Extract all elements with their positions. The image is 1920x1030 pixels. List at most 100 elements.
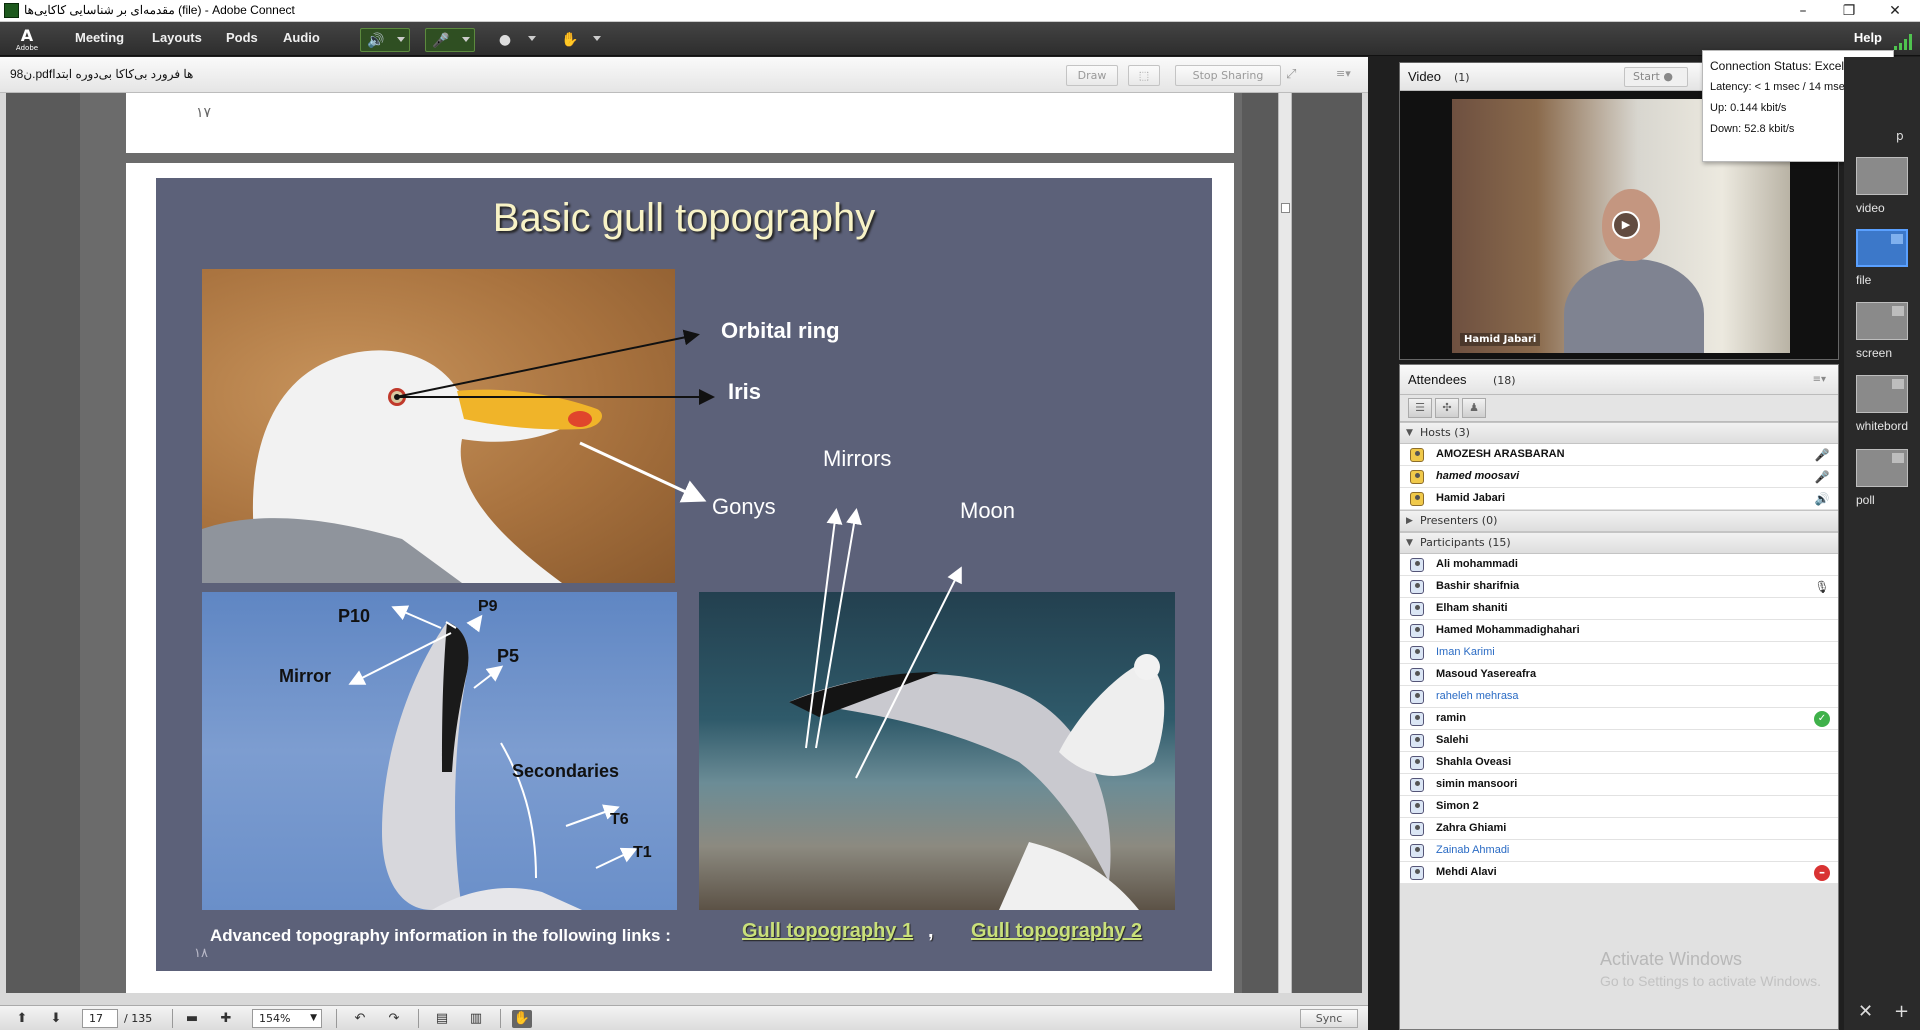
minimize-button[interactable]: –	[1780, 0, 1826, 22]
participant-icon	[1410, 800, 1424, 814]
prev-page-button[interactable]: ⬆	[12, 1010, 32, 1028]
attendee-name: Mehdi Alavi	[1436, 866, 1497, 878]
list-icon: ☰	[1415, 401, 1425, 414]
attendee-row[interactable]: Zainab Ahmadi	[1400, 840, 1838, 862]
attendee-row[interactable]: Ali mohammadi	[1400, 554, 1838, 576]
toolbar-separator	[500, 1009, 501, 1028]
attendee-row[interactable]: AMOZESH ARASBARAN 🎤	[1400, 444, 1838, 466]
attendee-row[interactable]: Hamid Jabari 🔊	[1400, 488, 1838, 510]
group-hosts[interactable]: ▼ Hosts (3)	[1400, 422, 1838, 444]
activate-windows-title: Activate Windows	[1600, 949, 1743, 969]
label-t1: T1	[633, 844, 652, 861]
attendee-row[interactable]: Simon 2	[1400, 796, 1838, 818]
attendee-row[interactable]: Salehi	[1400, 730, 1838, 752]
group-hosts-label: Hosts (3)	[1420, 426, 1470, 439]
zoom-in-button[interactable]: ✚	[216, 1010, 236, 1028]
link-gull-topography-1[interactable]: Gull topography 1	[742, 920, 913, 943]
menu-pods[interactable]: Pods	[226, 30, 258, 45]
pod-menu-icon[interactable]: ≡▾	[1336, 67, 1351, 80]
pointer-icon: ⬚	[1138, 69, 1150, 82]
scrollbar-thumb[interactable]	[1281, 203, 1290, 213]
close-window-button[interactable]: ✕	[1872, 0, 1918, 22]
speaker-button[interactable]: 🔊	[360, 28, 410, 52]
label-iris: Iris	[728, 379, 762, 404]
connection-signal-icon[interactable]	[1894, 34, 1914, 50]
sync-button[interactable]: Sync	[1300, 1009, 1358, 1028]
add-layout-icon[interactable]: +	[1894, 1001, 1909, 1022]
layout-screen[interactable]: screen	[1856, 302, 1908, 360]
pan-tool-button[interactable]: ✋	[512, 1010, 532, 1028]
layout-poll[interactable]: poll	[1856, 449, 1908, 507]
maximize-button[interactable]: ❐	[1826, 0, 1872, 22]
layout-poll-thumb	[1856, 449, 1908, 487]
rotate-right-button[interactable]: ↷	[384, 1010, 404, 1028]
plus-icon: ✚	[220, 1011, 232, 1026]
speaker-icon: 🔊	[1814, 492, 1830, 506]
attendee-row[interactable]: hamed moosavi 🎤	[1400, 466, 1838, 488]
menu-layouts[interactable]: Layouts	[152, 30, 202, 45]
adobe-logo-icon: A	[20, 26, 34, 45]
participant-icon	[1410, 822, 1424, 836]
next-page-button[interactable]: ⬇	[46, 1010, 66, 1028]
document-page-18: Basic gull topography Orbital ring Iris …	[126, 163, 1234, 993]
rotate-left-button[interactable]: ↶	[350, 1010, 370, 1028]
attendee-row[interactable]: Bashir sharifnia 🎙	[1400, 576, 1838, 598]
chevron-down-icon	[593, 36, 601, 41]
layouts-bar: p video file screen whitebord poll ✕ +	[1844, 57, 1920, 1030]
document-gutter-left	[6, 93, 80, 993]
camera-button[interactable]: ●	[490, 28, 540, 52]
attendee-row[interactable]: Iman Karimi	[1400, 642, 1838, 664]
group-participants[interactable]: ▼ Participants (15)	[1400, 532, 1838, 554]
attendee-row[interactable]: Mehdi Alavi –	[1400, 862, 1838, 884]
two-page-button[interactable]: ▥	[466, 1010, 486, 1028]
play-icon[interactable]: ▶	[1612, 211, 1640, 239]
attendee-row[interactable]: Elham shaniti	[1400, 598, 1838, 620]
link-gull-topography-2[interactable]: Gull topography 2	[971, 920, 1142, 943]
layout-file[interactable]: file	[1856, 229, 1908, 287]
attendees-count: (18)	[1493, 374, 1516, 387]
layout-video[interactable]: video	[1856, 157, 1908, 215]
label-moon: Moon	[960, 498, 1016, 523]
draw-button[interactable]: Draw	[1066, 65, 1118, 86]
stop-sharing-button[interactable]: Stop Sharing	[1175, 65, 1281, 86]
start-video-button[interactable]: Start ●	[1624, 67, 1688, 87]
menu-audio[interactable]: Audio	[283, 30, 320, 45]
pointer-button[interactable]: ⬚	[1128, 65, 1160, 86]
document-viewer[interactable]: ۱۷ Basic gull topography Orbital ring Ir…	[6, 93, 1362, 993]
participant-icon	[1410, 778, 1424, 792]
menu-meeting[interactable]: Meeting	[75, 30, 124, 45]
list-view-button[interactable]: ☰	[1408, 398, 1432, 418]
group-presenters[interactable]: ▶ Presenters (0)	[1400, 510, 1838, 532]
help-menu[interactable]: Help	[1854, 30, 1882, 45]
zoom-select[interactable]: 154% ▼	[252, 1009, 322, 1028]
layout-screen-thumb	[1856, 302, 1908, 340]
attendee-row[interactable]: simin mansoori	[1400, 774, 1838, 796]
breakout-button[interactable]: ✣	[1435, 398, 1459, 418]
layout-video-label: video	[1856, 201, 1885, 215]
attendee-row[interactable]: Hamed Mohammadighahari	[1400, 620, 1838, 642]
fullscreen-icon[interactable]: ⤢	[1286, 67, 1296, 82]
layout-screen-label: screen	[1856, 346, 1893, 360]
single-page-button[interactable]: ▤	[432, 1010, 452, 1028]
collapse-icon[interactable]: ✕	[1858, 1001, 1873, 1022]
attendee-row[interactable]: ramin ✓	[1400, 708, 1838, 730]
attendee-name: Hamed Mohammadighahari	[1436, 624, 1580, 636]
attendee-row[interactable]: Shahla Oveasi	[1400, 752, 1838, 774]
pod-menu-icon[interactable]: ≡▾	[1813, 374, 1826, 385]
attendee-name: Iman Karimi	[1436, 646, 1495, 658]
status-button[interactable]: ✋	[555, 28, 605, 52]
raise-hand-icon: ✋	[561, 32, 579, 48]
arrow-up-icon: ⬆	[16, 1011, 28, 1026]
link-separator: ,	[928, 920, 934, 942]
page-number-input[interactable]: 17	[82, 1009, 118, 1028]
attendee-row[interactable]: Masoud Yasereafra	[1400, 664, 1838, 686]
layout-whiteboard[interactable]: whitebord	[1856, 375, 1908, 433]
attendee-row[interactable]: raheleh mehrasa	[1400, 686, 1838, 708]
document-scrollbar[interactable]	[1278, 93, 1292, 993]
label-mirror: Mirror	[279, 666, 332, 686]
zoom-out-button[interactable]: ▬	[182, 1010, 202, 1028]
microphone-button[interactable]: 🎤	[425, 28, 475, 52]
participant-icon	[1410, 756, 1424, 770]
role-view-button[interactable]: ♟	[1462, 398, 1486, 418]
attendee-row[interactable]: Zahra Ghiami	[1400, 818, 1838, 840]
